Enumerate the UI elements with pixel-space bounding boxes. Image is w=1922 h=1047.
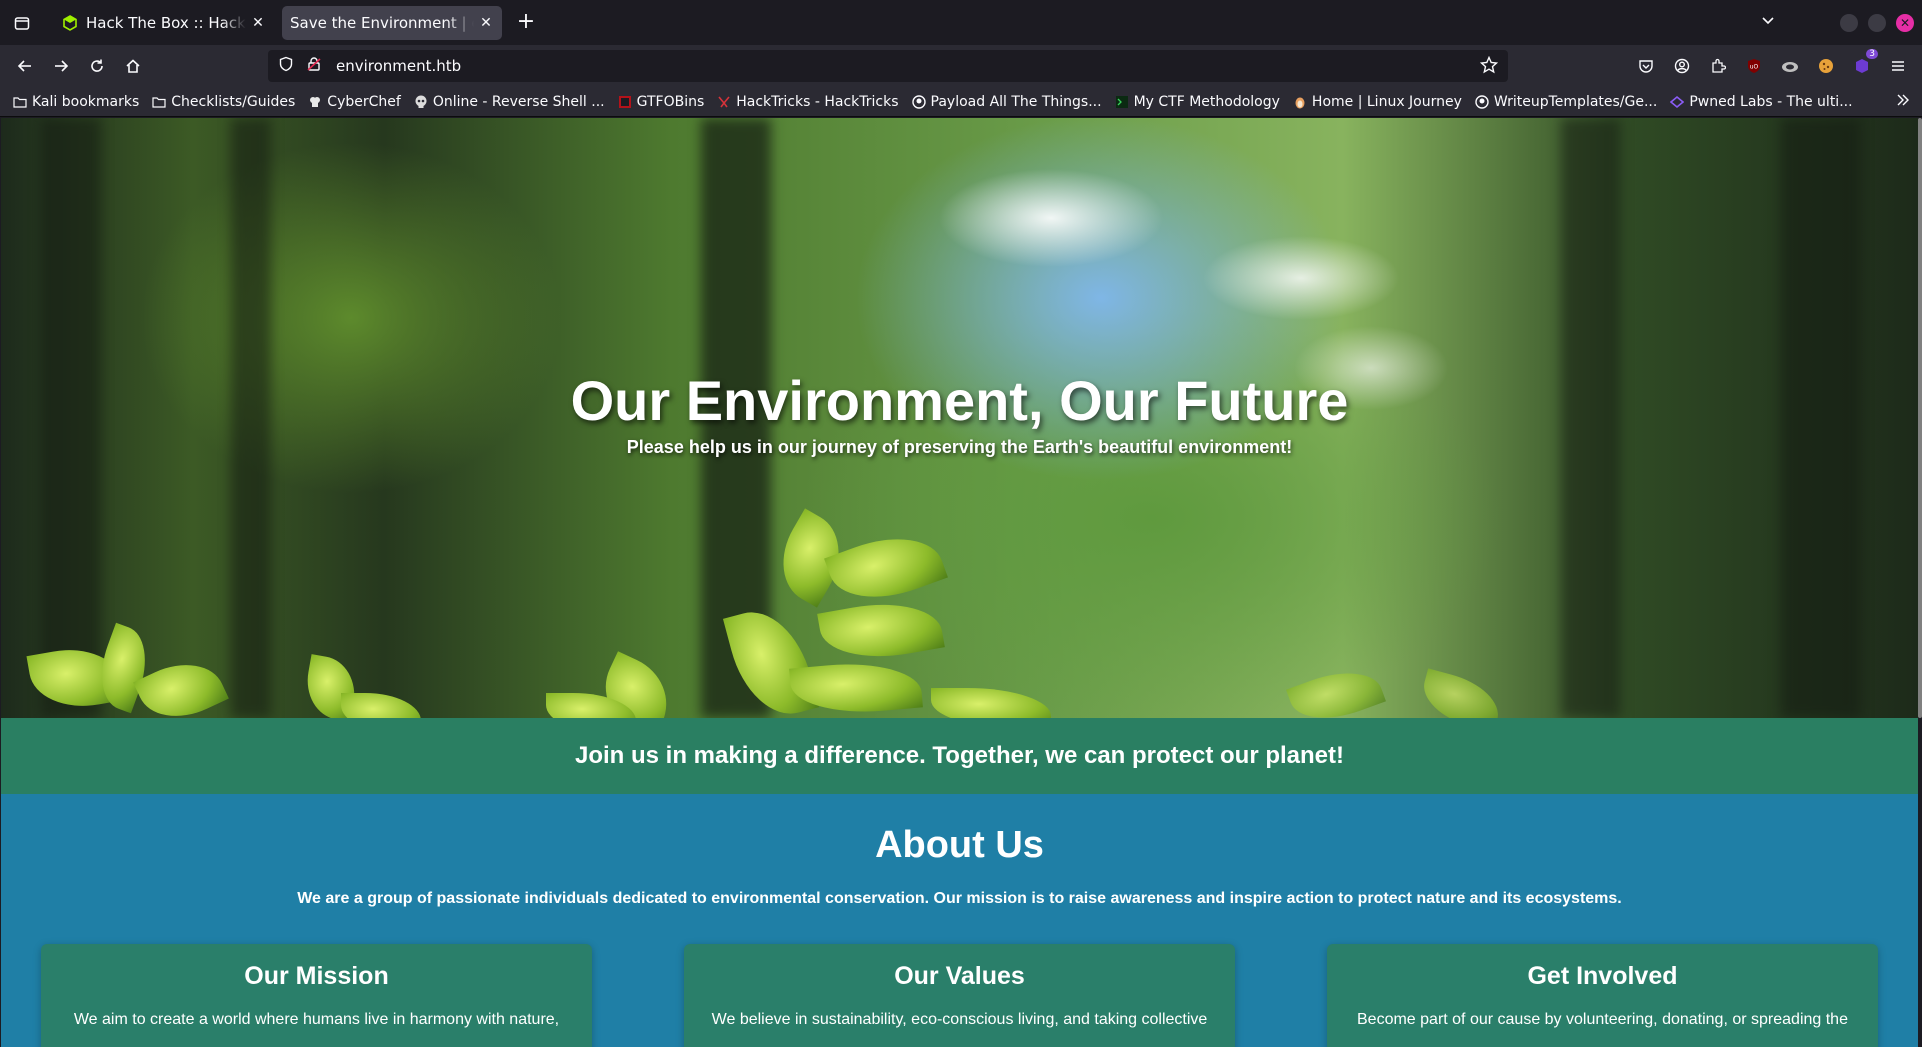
- ublock-origin-icon[interactable]: uO: [1743, 55, 1765, 77]
- bookmark-label: Home | Linux Journey: [1311, 93, 1462, 110]
- bookmark-label: Payload All The Things...: [930, 93, 1102, 110]
- bookmark-label: Pwned Labs - The ulti...: [1689, 93, 1853, 110]
- wappalyzer-icon[interactable]: 3: [1851, 49, 1878, 77]
- bookmark-cyberchef[interactable]: CyberChef: [307, 94, 401, 110]
- cta-banner: Join us in making a difference. Together…: [1, 718, 1918, 794]
- card-title: Get Involved: [1527, 962, 1678, 990]
- penguin-icon: [1292, 94, 1308, 110]
- bookmark-kali-bookmarks[interactable]: Kali bookmarks: [12, 94, 139, 110]
- toolbar-extensions: uO 3: [1628, 45, 1916, 87]
- card-text: We believe in sustainability, eco-consci…: [711, 1011, 1208, 1028]
- about-section: About Us We are a group of passionate in…: [1, 794, 1918, 1047]
- bookmark-label: HackTricks - HackTricks: [736, 93, 899, 110]
- card-our-values: Our Values We believe in sustainability,…: [684, 944, 1235, 1047]
- leaf-decoration: [341, 693, 421, 718]
- bookmark-label: My CTF Methodology: [1133, 93, 1280, 110]
- bookmark-writeup-templates[interactable]: WriteupTemplates/Ge...: [1474, 94, 1657, 110]
- about-title: About Us: [875, 824, 1044, 866]
- bookmark-payloads-all-the-things[interactable]: Payload All The Things...: [911, 94, 1102, 110]
- bookmark-hacktricks[interactable]: HackTricks - HackTricks: [716, 93, 899, 110]
- skull-icon: [413, 94, 429, 110]
- about-text: We are a group of passionate individuals…: [297, 890, 1622, 907]
- gtfobins-icon: [617, 94, 633, 110]
- leaf-decoration: [824, 520, 948, 616]
- folder-icon: [12, 94, 28, 110]
- url-bar[interactable]: environment.htb: [268, 50, 1508, 82]
- svg-text:uO: uO: [1750, 64, 1759, 71]
- bookmark-reverse-shell[interactable]: Online - Reverse Shell ...: [413, 94, 605, 110]
- tab-list-icon[interactable]: [10, 11, 34, 35]
- bookmark-pwned-labs[interactable]: Pwned Labs - The ulti...: [1669, 93, 1853, 110]
- bookmarks-bar: Kali bookmarks Checklists/Guides CyberCh…: [0, 87, 1922, 117]
- bookmark-label: CyberChef: [327, 93, 401, 110]
- bookmark-label: GTFOBins: [636, 93, 705, 110]
- nav-bar: environment.htb uO 3: [0, 45, 1922, 87]
- hero-subtitle: Please help us in our journey of preserv…: [626, 437, 1293, 457]
- tab-title: Hack The Box :: Hack The Box: [86, 13, 246, 32]
- reload-icon[interactable]: [82, 51, 112, 81]
- new-tab-icon[interactable]: +: [514, 10, 538, 35]
- leaf-decoration: [931, 688, 1051, 718]
- leaf-decoration: [1416, 668, 1506, 718]
- bookmark-linux-journey[interactable]: Home | Linux Journey: [1292, 94, 1462, 110]
- bookmark-ctf-methodology[interactable]: My CTF Methodology: [1114, 94, 1280, 110]
- account-icon[interactable]: [1671, 55, 1693, 77]
- bookmark-label: Kali bookmarks: [32, 93, 140, 110]
- close-icon[interactable]: ✕: [478, 15, 494, 31]
- chevron-double-right-icon[interactable]: [1896, 93, 1910, 111]
- hero-section: Our Environment, Our Future Please help …: [1, 118, 1918, 718]
- bookmark-label: WriteupTemplates/Ge...: [1493, 93, 1658, 110]
- bookmark-label: Online - Reverse Shell ...: [432, 93, 605, 110]
- insecure-lock-icon[interactable]: [306, 56, 324, 76]
- hackthebox-icon: [62, 14, 78, 31]
- shield-icon[interactable]: [278, 56, 296, 76]
- card-our-mission: Our Mission We aim to create a world whe…: [41, 944, 592, 1047]
- github-icon: [911, 94, 927, 110]
- chef-icon: [307, 94, 323, 110]
- card-text: We aim to create a world where humans li…: [73, 1011, 560, 1028]
- url-text: environment.htb: [336, 57, 462, 75]
- leaf-decoration: [133, 648, 229, 718]
- tab-title: Save the Environment | environment.htb: [290, 13, 474, 32]
- leaf-decoration: [1286, 658, 1386, 718]
- extension-badge: 3: [1866, 49, 1878, 59]
- pocket-icon[interactable]: [1635, 55, 1657, 77]
- card-get-involved: Get Involved Become part of our cause by…: [1327, 944, 1878, 1047]
- hero-text: Our Environment, Our Future Please help …: [1, 368, 1918, 458]
- window-close-button[interactable]: ✕: [1896, 13, 1914, 32]
- window-controls: ✕: [1756, 0, 1922, 45]
- extensions-icon[interactable]: [1707, 55, 1729, 77]
- card-title: Our Values: [894, 962, 1025, 990]
- maximize-button[interactable]: [1868, 13, 1886, 32]
- cookie-editor-icon[interactable]: [1815, 55, 1837, 77]
- close-icon[interactable]: ✕: [250, 15, 266, 31]
- browser-window: Hack The Box :: Hack The Box ✕ Save the …: [0, 0, 1922, 1047]
- card-text: Become part of our cause by volunteering…: [1357, 1011, 1848, 1028]
- bookmark-star-icon[interactable]: [1479, 55, 1499, 78]
- github-icon: [1474, 94, 1490, 110]
- vertical-scrollbar[interactable]: [1918, 118, 1922, 718]
- hero-title: Our Environment, Our Future: [570, 369, 1349, 432]
- tab-environment[interactable]: Save the Environment | environment.htb ✕: [282, 5, 502, 40]
- back-icon[interactable]: [10, 51, 40, 81]
- folder-icon: [151, 94, 167, 110]
- home-icon[interactable]: [118, 51, 148, 81]
- pwnedlabs-icon: [1669, 94, 1685, 110]
- hacktricks-icon: [716, 94, 732, 110]
- chevron-down-icon[interactable]: [1756, 14, 1780, 32]
- bookmark-gtfobins[interactable]: GTFOBins: [617, 93, 705, 110]
- forward-icon[interactable]: [46, 51, 76, 81]
- bookmark-checklists-guides[interactable]: Checklists/Guides: [151, 94, 295, 110]
- foxyproxy-icon[interactable]: [1779, 55, 1801, 77]
- minimize-button[interactable]: [1840, 13, 1858, 32]
- bookmark-label: Checklists/Guides: [171, 93, 296, 110]
- leaf-decoration: [817, 592, 945, 669]
- tab-bar: Hack The Box :: Hack The Box ✕ Save the …: [0, 0, 1922, 45]
- card-title: Our Mission: [244, 962, 389, 990]
- page-viewport[interactable]: Our Environment, Our Future Please help …: [1, 118, 1918, 1047]
- menu-icon[interactable]: [1887, 55, 1909, 77]
- tab-hackthebox[interactable]: Hack The Box :: Hack The Box ✕: [54, 6, 274, 40]
- terminal-icon: [1114, 94, 1130, 110]
